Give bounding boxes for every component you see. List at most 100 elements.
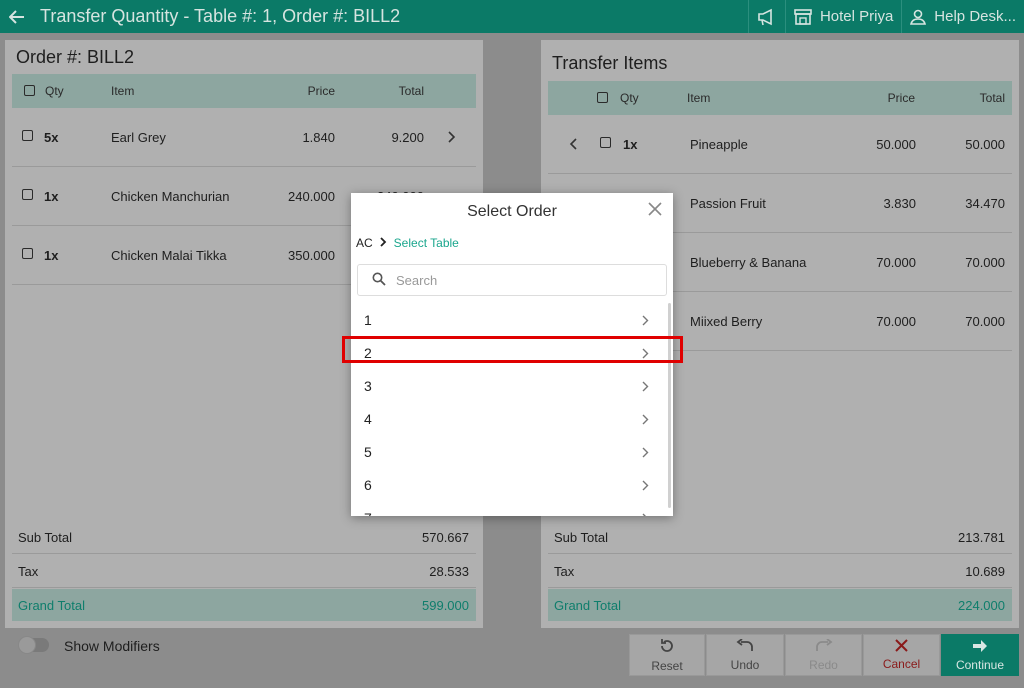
col-price: Price <box>307 84 335 98</box>
cancel-button[interactable]: Cancel <box>863 634 940 676</box>
option-item[interactable]: 5 <box>351 435 667 468</box>
chevron-right-icon <box>642 346 649 362</box>
row-checkbox[interactable] <box>22 248 33 259</box>
chevron-right-icon <box>642 478 649 494</box>
table-row[interactable]: 1x Pineapple 50.000 50.000 <box>548 115 1012 174</box>
store-icon <box>794 8 812 25</box>
row-total: 70.000 <box>965 313 1005 329</box>
row-qty: 5x <box>44 129 59 145</box>
sub-total-label: Sub Total <box>554 530 608 545</box>
grand-total-value: 599.000 <box>422 597 469 613</box>
row-price: 70.000 <box>876 313 916 329</box>
option-label: 4 <box>364 410 372 427</box>
option-label: 7 <box>364 510 372 517</box>
page-title: Transfer Quantity - Table #: 1, Order #:… <box>40 6 401 26</box>
tax-label: Tax <box>18 564 39 579</box>
show-modifiers-label: Show Modifiers <box>64 638 160 654</box>
grand-total-row: Grand Total 224.000 <box>548 589 1012 621</box>
row-item: Chicken Malai Tikka <box>111 247 227 263</box>
select-all-checkbox[interactable] <box>597 92 608 103</box>
option-label: 1 <box>364 311 372 328</box>
col-qty: Qty <box>45 84 64 98</box>
continue-button[interactable]: Continue <box>941 634 1019 676</box>
order-title: Order #: BILL2 <box>16 47 135 67</box>
row-item: Blueberry & Banana <box>690 254 807 270</box>
option-label: 6 <box>364 476 372 493</box>
tax-row: Tax 10.689 <box>548 556 1012 588</box>
option-list-scrollbar[interactable] <box>668 303 671 508</box>
option-item[interactable]: 4 <box>351 402 667 435</box>
chevron-right-icon <box>380 236 387 250</box>
undo-label: Undo <box>730 657 760 672</box>
hotel-button[interactable]: Hotel Priya <box>784 0 901 33</box>
search-input[interactable] <box>396 272 646 288</box>
tax-value: 28.533 <box>429 564 469 579</box>
chevron-right-icon[interactable] <box>448 131 456 146</box>
undo-button[interactable]: Undo <box>706 634 784 676</box>
grand-total-label: Grand Total <box>554 597 621 613</box>
row-item: Earl Grey <box>111 129 166 145</box>
chevron-right-icon <box>642 379 649 395</box>
breadcrumb: AC Select Table <box>356 236 459 250</box>
col-total: Total <box>979 91 1005 105</box>
option-item[interactable]: 6 <box>351 468 667 501</box>
reset-label: Reset <box>651 658 683 673</box>
row-checkbox[interactable] <box>22 130 33 141</box>
show-modifiers-toggle[interactable] <box>18 636 49 654</box>
chevron-right-icon <box>642 313 649 329</box>
option-item[interactable]: 1 <box>351 303 667 336</box>
chevron-right-icon <box>642 412 649 428</box>
select-order-dialog: Select Order AC Select Table 1 2 3 4 <box>351 193 673 516</box>
dialog-title: Select Order <box>467 203 557 220</box>
row-qty: 1x <box>623 136 638 152</box>
undo-icon <box>736 637 754 656</box>
search-icon <box>358 272 386 289</box>
arrow-right-icon <box>972 639 988 656</box>
reset-button[interactable]: Reset <box>629 634 705 676</box>
sub-total-row: Sub Total 213.781 <box>548 522 1012 554</box>
row-checkbox[interactable] <box>600 137 611 148</box>
grand-total-row: Grand Total 599.000 <box>12 589 476 621</box>
option-item[interactable]: 7 <box>351 501 667 516</box>
transfer-title: Transfer Items <box>552 53 668 73</box>
col-price: Price <box>887 91 915 105</box>
row-item: Chicken Manchurian <box>111 188 230 204</box>
table-row[interactable]: 5x Earl Grey 1.840 9.200 <box>12 108 476 167</box>
option-label: 3 <box>364 377 372 394</box>
option-item[interactable]: 2 <box>351 336 667 369</box>
announcement-button[interactable] <box>747 0 785 33</box>
redo-icon <box>815 637 833 656</box>
row-price: 350.000 <box>288 247 335 263</box>
tax-value: 10.689 <box>965 564 1005 579</box>
breadcrumb-ac[interactable]: AC <box>356 236 373 250</box>
toggle-knob <box>18 636 36 654</box>
select-all-checkbox[interactable] <box>24 85 35 96</box>
option-item[interactable]: 3 <box>351 369 667 402</box>
row-checkbox[interactable] <box>22 189 33 200</box>
chevron-right-icon <box>642 445 649 461</box>
search-box[interactable] <box>357 264 667 296</box>
sub-total-value: 213.781 <box>958 530 1005 545</box>
help-desk-button[interactable]: Help Desk... <box>901 0 1024 33</box>
col-total: Total <box>398 84 424 98</box>
order-table-header: Qty Item Price Total <box>12 74 476 108</box>
continue-label: Continue <box>955 657 1005 672</box>
breadcrumb-select-table[interactable]: Select Table <box>394 236 459 250</box>
row-price: 50.000 <box>876 136 916 152</box>
tax-row: Tax 28.533 <box>12 556 476 588</box>
row-price: 240.000 <box>288 188 335 204</box>
chevron-right-icon <box>642 511 649 516</box>
chevron-left-icon[interactable] <box>569 138 577 153</box>
row-qty: 1x <box>44 247 59 263</box>
back-arrow-icon[interactable] <box>2 0 32 33</box>
row-total: 9.200 <box>391 129 424 145</box>
close-icon[interactable] <box>645 199 665 219</box>
row-item: Passion Fruit <box>690 195 766 211</box>
sub-total-value: 570.667 <box>422 530 469 545</box>
row-total: 34.470 <box>965 195 1005 211</box>
sub-total-label: Sub Total <box>18 530 72 545</box>
redo-button[interactable]: Redo <box>785 634 862 676</box>
reset-icon <box>659 638 675 657</box>
redo-label: Redo <box>809 657 838 672</box>
hotel-label: Hotel Priya <box>819 8 894 25</box>
